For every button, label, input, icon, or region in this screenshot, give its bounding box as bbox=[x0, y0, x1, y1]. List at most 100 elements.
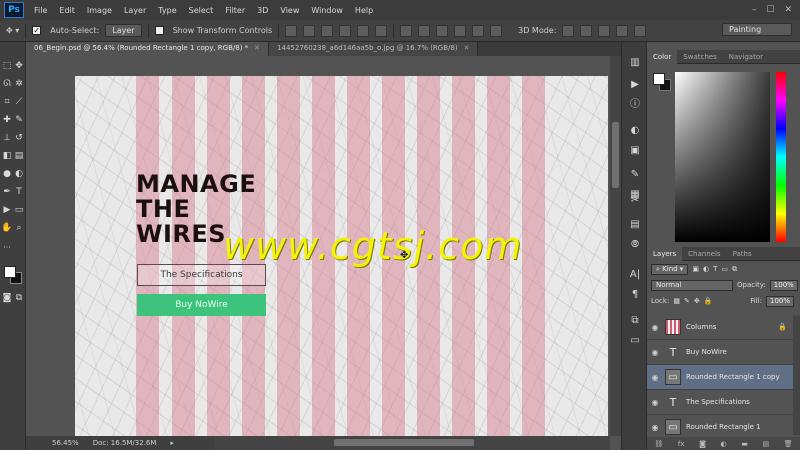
eraser-tool-icon[interactable]: ◧ bbox=[1, 150, 13, 162]
fill-field[interactable]: 100% bbox=[765, 295, 794, 307]
menu-type[interactable]: Type bbox=[152, 6, 182, 15]
status-menu-icon[interactable]: ▸ bbox=[170, 439, 174, 447]
align-top-icon[interactable] bbox=[285, 24, 298, 37]
align-middle-icon[interactable] bbox=[303, 24, 316, 37]
filter-pixel-icon[interactable]: ▣ bbox=[692, 265, 699, 273]
path-selection-icon[interactable]: ▶ bbox=[1, 204, 13, 216]
brush-presets-icon[interactable]: ✎ bbox=[628, 168, 642, 182]
layers-scrollbar[interactable] bbox=[793, 315, 800, 435]
more-tools-icon[interactable]: ··· bbox=[1, 242, 13, 254]
filter-adjust-icon[interactable]: ◐ bbox=[703, 265, 709, 273]
3d-roll-icon[interactable] bbox=[580, 24, 593, 37]
tab-color[interactable]: Color bbox=[647, 49, 678, 64]
3d-pan-icon[interactable] bbox=[598, 24, 611, 37]
color-picker-field[interactable] bbox=[675, 72, 770, 242]
clone-source-icon[interactable]: ✂ bbox=[628, 194, 642, 208]
maximize-button[interactable]: ☐ bbox=[766, 5, 774, 15]
visibility-eye-icon[interactable]: ◉ bbox=[647, 373, 663, 382]
filter-smart-icon[interactable]: ⧉ bbox=[732, 265, 737, 274]
3d-scale-icon[interactable] bbox=[634, 24, 647, 37]
info-icon[interactable]: ⓘ bbox=[628, 98, 642, 112]
distribute-left-icon[interactable] bbox=[454, 24, 467, 37]
align-bottom-icon[interactable] bbox=[321, 24, 334, 37]
transform-controls-checkbox[interactable] bbox=[154, 26, 164, 35]
distribute-bottom-icon[interactable] bbox=[436, 24, 449, 37]
lock-all-icon[interactable]: 🔒 bbox=[704, 297, 713, 305]
tab-swatches[interactable]: Swatches bbox=[677, 50, 722, 64]
lock-move-icon[interactable]: ✥ bbox=[694, 297, 700, 305]
pen-tool-icon[interactable]: ✒ bbox=[1, 186, 13, 198]
distribute-top-icon[interactable] bbox=[400, 24, 413, 37]
zoom-tool-icon[interactable]: ⌕ bbox=[13, 222, 25, 234]
move-tool-icon[interactable]: ✥ ▾ bbox=[6, 26, 19, 35]
3d-slide-icon[interactable] bbox=[616, 24, 629, 37]
menu-edit[interactable]: Edit bbox=[53, 6, 81, 15]
marquee-tool-icon[interactable]: ⬚ bbox=[1, 60, 13, 72]
tab-layers[interactable]: Layers bbox=[647, 246, 683, 261]
auto-select-checkbox[interactable] bbox=[32, 26, 42, 35]
hue-slider[interactable] bbox=[776, 72, 786, 242]
opacity-field[interactable]: 100% bbox=[769, 279, 798, 291]
tab-06-begin[interactable]: 06_Begin.psd @ 56.4% (Rounded Rectangle … bbox=[26, 42, 270, 56]
clone-stamp-icon[interactable]: ⊥ bbox=[1, 132, 13, 144]
zoom-level[interactable]: 56.45% bbox=[52, 439, 79, 447]
vertical-scrollbar[interactable] bbox=[610, 56, 621, 436]
menu-file[interactable]: File bbox=[28, 6, 53, 15]
close-tab-icon[interactable]: ✕ bbox=[254, 44, 260, 52]
visibility-eye-icon[interactable]: ◉ bbox=[647, 423, 663, 432]
layer-row-columns[interactable]: ◉ Columns 🔒 bbox=[647, 315, 793, 340]
menu-3d[interactable]: 3D bbox=[251, 6, 274, 15]
screen-mode-icon[interactable]: ⧉ bbox=[13, 292, 25, 304]
shape-tool-icon[interactable]: ▭ bbox=[13, 204, 25, 216]
history-brush-icon[interactable]: ↺ bbox=[13, 132, 25, 144]
actions-icon[interactable]: ▶ bbox=[628, 78, 642, 92]
menu-window[interactable]: Window bbox=[305, 6, 349, 15]
layer-row-the-specifications[interactable]: ◉ T The Specifications bbox=[647, 390, 793, 415]
align-right-icon[interactable] bbox=[375, 24, 388, 37]
distribute-right-icon[interactable] bbox=[490, 24, 503, 37]
scrollbar-thumb[interactable] bbox=[334, 439, 474, 446]
scrollbar-thumb[interactable] bbox=[612, 122, 619, 188]
healing-brush-icon[interactable]: ✚ bbox=[1, 114, 13, 126]
blur-tool-icon[interactable]: ● bbox=[1, 168, 13, 180]
close-tab-icon[interactable]: ✕ bbox=[464, 44, 470, 52]
layer-row-buy-nowire[interactable]: ◉ T Buy NoWire bbox=[647, 340, 793, 365]
menu-layer[interactable]: Layer bbox=[118, 6, 152, 15]
distribute-middle-icon[interactable] bbox=[418, 24, 431, 37]
blend-mode-dropdown[interactable]: Normal bbox=[651, 279, 733, 291]
new-layer-icon[interactable]: ▤ bbox=[762, 440, 769, 448]
distribute-center-icon[interactable] bbox=[472, 24, 485, 37]
foreground-color-swatch[interactable] bbox=[4, 266, 16, 278]
tab-channels[interactable]: Channels bbox=[682, 247, 726, 261]
filter-kind-dropdown[interactable]: ⌕ Kind ▾ bbox=[651, 263, 689, 275]
visibility-eye-icon[interactable]: ◉ bbox=[647, 398, 663, 407]
magic-wand-icon[interactable]: ✲ bbox=[13, 78, 25, 90]
tab-navigator[interactable]: Navigator bbox=[723, 50, 769, 64]
visibility-eye-icon[interactable]: ◉ bbox=[647, 323, 663, 332]
fx-icon[interactable]: fx bbox=[678, 440, 685, 448]
quick-mask-icon[interactable]: ◙ bbox=[1, 292, 13, 304]
adjustment-icon[interactable]: ◐ bbox=[720, 440, 726, 448]
crop-tool-icon[interactable]: ⌗ bbox=[1, 96, 13, 108]
minimize-button[interactable]: – bbox=[752, 5, 757, 15]
tab-jpg-image[interactable]: 14452760238_a6d146aa5b_o.jpg @ 16.7% (RG… bbox=[269, 42, 479, 56]
move-tool-icon[interactable]: ✥ bbox=[13, 60, 25, 72]
tool-presets-icon[interactable]: ▤ bbox=[628, 218, 642, 232]
tab-paths[interactable]: Paths bbox=[727, 247, 758, 261]
history-icon[interactable]: ▥ bbox=[628, 56, 642, 70]
align-center-icon[interactable] bbox=[357, 24, 370, 37]
workspace-dropdown[interactable]: Painting bbox=[722, 23, 792, 36]
notes-icon[interactable]: ▭ bbox=[628, 334, 642, 348]
folder-icon[interactable]: ▬ bbox=[741, 440, 748, 448]
menu-image[interactable]: Image bbox=[81, 6, 118, 15]
mask-icon[interactable]: ◙ bbox=[699, 440, 706, 448]
paragraph-icon[interactable]: ¶ bbox=[628, 288, 642, 302]
menu-view[interactable]: View bbox=[274, 6, 305, 15]
eyedropper-icon[interactable]: ⟋ bbox=[13, 96, 25, 108]
brush-tool-icon[interactable]: ✎ bbox=[13, 114, 25, 126]
filter-shape-icon[interactable]: ▭ bbox=[721, 265, 728, 273]
character-icon[interactable]: A| bbox=[628, 268, 642, 282]
visibility-eye-icon[interactable]: ◉ bbox=[647, 348, 663, 357]
3d-rotate-icon[interactable] bbox=[562, 24, 575, 37]
link-icon[interactable]: ⛓ bbox=[654, 440, 663, 448]
